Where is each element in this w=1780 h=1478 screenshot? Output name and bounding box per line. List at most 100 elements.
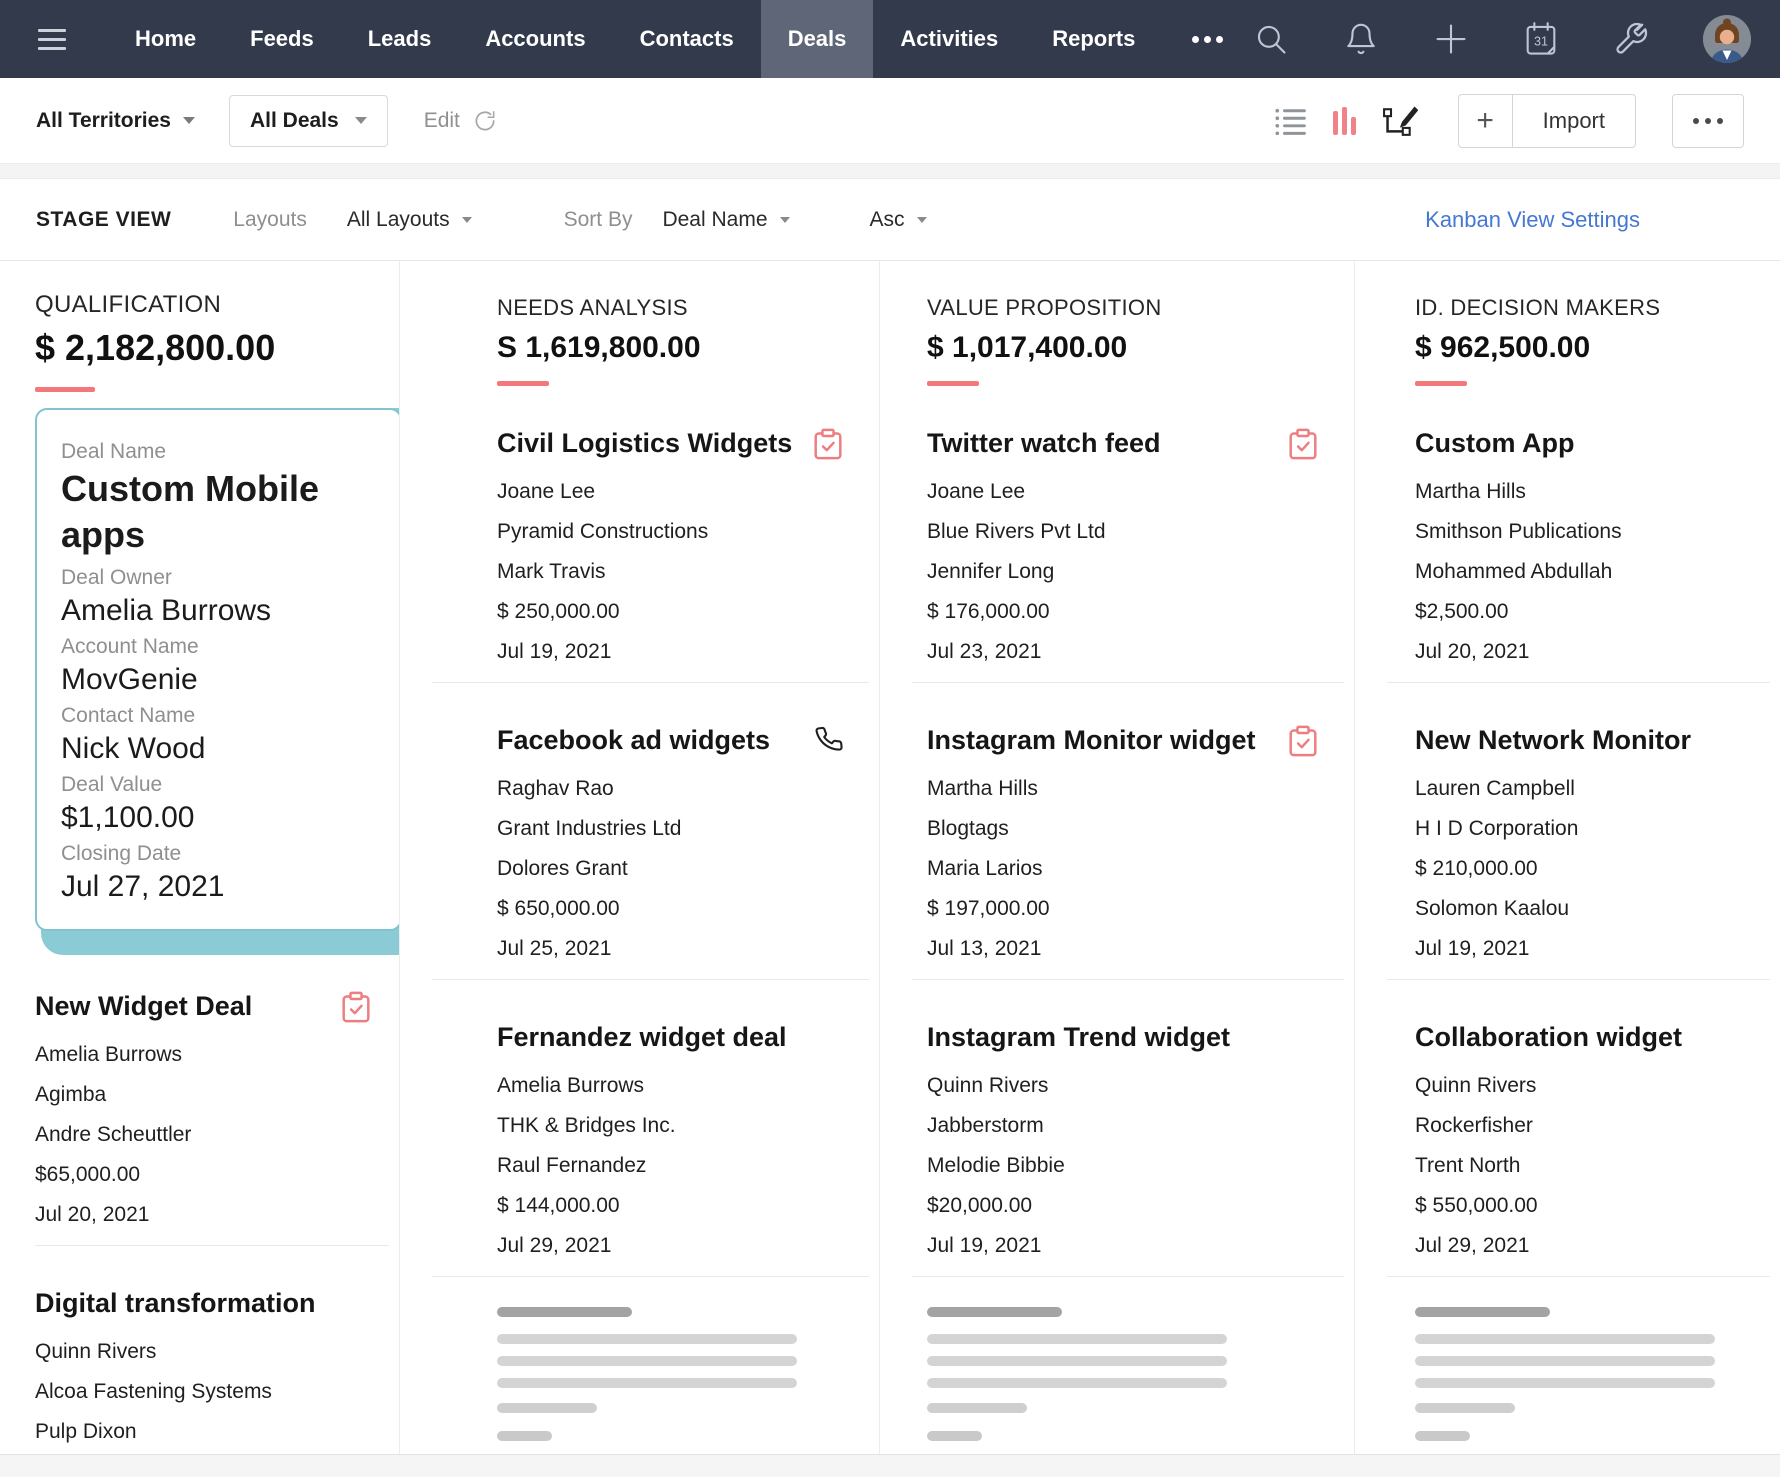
deal-field-label: Contact Name — [61, 704, 196, 727]
highlighted-deal-card[interactable]: Deal Name Custom Mobile apps Deal Owner Ame… — [35, 408, 399, 931]
deal-card-line: Jabberstorm — [927, 1113, 1044, 1137]
chevron-down-icon — [916, 216, 927, 223]
task-clipboard-icon[interactable] — [1288, 428, 1318, 460]
search-icon[interactable] — [1253, 21, 1289, 57]
chevron-down-icon — [461, 216, 472, 223]
deal-card-line: $ 650,000.00 — [497, 896, 620, 920]
deals-toolbar: All Territories All Deals Edit + Import — [0, 78, 1780, 163]
deal-card-line: Jul 19, 2021 — [497, 639, 612, 663]
calendar-icon[interactable]: 31 — [1523, 21, 1559, 57]
deal-card-line: Jul 20, 2021 — [35, 1203, 150, 1226]
nav-item-feeds[interactable]: Feeds — [223, 0, 341, 78]
deal-field-label: Closing Date — [61, 842, 182, 865]
deal-card-title: Instagram Monitor widget — [927, 724, 1256, 755]
deal-field: Deal Owner Amelia Burrows — [61, 566, 380, 630]
deal-card[interactable]: Facebook ad widgets Raghav Rao Grant Indus… — [400, 683, 879, 979]
sort-field-value: Deal Name — [662, 207, 768, 231]
skeleton-bar — [927, 1355, 1227, 1366]
skeleton-bar — [497, 1355, 797, 1366]
kanban-view-settings-link[interactable]: Kanban View Settings — [1425, 207, 1640, 233]
stage-column-qualification: QUALIFICATION $ 2,182,800.00 Deal Name Cust… — [0, 261, 400, 1454]
skeleton-bar — [927, 1306, 1062, 1317]
skeleton-bar — [1415, 1377, 1715, 1388]
deal-card-line: Joane Lee — [927, 479, 1026, 503]
deal-card[interactable]: Twitter watch feed Joane Lee Blue Rivers P… — [880, 386, 1354, 682]
skeleton-bar — [927, 1377, 1227, 1388]
layouts-dropdown[interactable]: All Layouts — [347, 208, 472, 232]
deal-card-line: Raghav Rao — [497, 776, 614, 800]
deal-card-title: Collaboration widget — [1415, 1021, 1682, 1052]
deal-card[interactable]: Fernandez widget deal Amelia Burrows THK &… — [400, 980, 879, 1276]
nav-item-home[interactable]: Home — [108, 0, 223, 78]
nav-more-icon[interactable] — [1162, 0, 1253, 78]
setup-tools-icon[interactable] — [1613, 21, 1649, 57]
task-clipboard-icon[interactable] — [341, 991, 371, 1023]
bottom-scroll-strip[interactable] — [0, 1454, 1780, 1477]
list-view-icon[interactable] — [1275, 107, 1307, 135]
deal-card[interactable]: Digital transformation Quinn Rivers Alcoa … — [0, 1246, 399, 1454]
nav-item-contacts[interactable]: Contacts — [613, 0, 761, 78]
deal-card-line: $ 144,000.00 — [497, 1193, 620, 1217]
refresh-icon[interactable] — [472, 108, 498, 134]
notifications-bell-icon[interactable] — [1343, 21, 1379, 57]
more-actions-button[interactable] — [1672, 93, 1744, 148]
skeleton-bar — [1415, 1402, 1515, 1413]
deal-card-line: Grant Industries Ltd — [497, 816, 682, 840]
territory-dropdown[interactable]: All Territories — [36, 109, 195, 133]
hamburger-menu-icon[interactable] — [0, 0, 108, 78]
skeleton-bar — [927, 1430, 982, 1441]
deal-field-label: Account Name — [61, 635, 199, 658]
deal-card-line: Martha Hills — [1415, 479, 1526, 503]
deal-card-title: Facebook ad widgets — [497, 724, 771, 755]
deal-card-line: Jul 29, 2021 — [497, 1233, 612, 1257]
top-nav: Home Feeds Leads Accounts Contacts Deals… — [0, 0, 1780, 78]
deal-card-line: Amelia Burrows — [35, 1043, 183, 1066]
kanban-view-icon[interactable] — [1332, 106, 1356, 135]
task-clipboard-icon[interactable] — [813, 428, 843, 460]
deal-card-line: Amelia Burrows — [497, 1073, 645, 1097]
edit-button[interactable]: Edit — [424, 108, 498, 134]
kanban-board: QUALIFICATION $ 2,182,800.00 Deal Name Cust… — [0, 261, 1780, 1454]
nav-item-reports[interactable]: Reports — [1025, 0, 1162, 78]
deal-card-line: $ 176,000.00 — [927, 599, 1050, 623]
sort-field-dropdown[interactable]: Deal Name — [662, 207, 790, 232]
nav-item-accounts[interactable]: Accounts — [458, 0, 612, 78]
skeleton-bar — [497, 1377, 797, 1388]
deal-card-line: Quinn Rivers — [35, 1340, 157, 1363]
nav-item-deals[interactable]: Deals — [760, 0, 874, 78]
deal-card-line: Trent North — [1415, 1153, 1521, 1177]
quick-add-plus-icon[interactable] — [1433, 21, 1469, 57]
deal-field-value: Jul 27, 2021 — [61, 870, 225, 903]
deal-card[interactable]: Instagram Monitor widget Martha Hills Blog… — [880, 683, 1354, 979]
skeleton-bar — [497, 1430, 552, 1441]
canvas-view-icon[interactable] — [1382, 103, 1418, 139]
nav-item-leads[interactable]: Leads — [341, 0, 459, 78]
nav-item-activities[interactable]: Activities — [873, 0, 1025, 78]
deal-card-line: Blue Rivers Pvt Ltd — [927, 519, 1106, 543]
user-avatar[interactable] — [1703, 15, 1752, 63]
import-button[interactable]: Import — [1513, 95, 1635, 147]
deal-card[interactable]: Civil Logistics Widgets Joane Lee Pyramid … — [400, 386, 879, 682]
deal-card[interactable]: New Widget Deal Amelia Burrows Agimba Andre… — [0, 989, 399, 1245]
deal-card-line: $14,000.00 — [35, 1452, 371, 1454]
loading-skeleton-card — [400, 1277, 879, 1441]
deal-card-line: Pulp Dixon — [35, 1420, 137, 1443]
deal-card[interactable]: Collaboration widget Quinn Rivers Rockerfi… — [1355, 980, 1780, 1276]
call-phone-icon[interactable] — [815, 725, 843, 753]
loading-skeleton-card — [880, 1277, 1354, 1441]
view-selector-button[interactable]: All Deals — [228, 94, 388, 147]
deal-card-line: Jul 20, 2021 — [1415, 639, 1530, 663]
deal-card-title: New Network Monitor — [1415, 724, 1692, 755]
deal-card-line: $2,500.00 — [1415, 599, 1509, 623]
task-clipboard-icon[interactable] — [1288, 725, 1318, 757]
deal-card[interactable]: Instagram Trend widget Quinn Rivers Jabber… — [880, 980, 1354, 1276]
deal-card-line: Blogtags — [927, 816, 1009, 840]
sort-order-dropdown[interactable]: Asc — [870, 208, 927, 232]
stage-view-bar: STAGE VIEW Layouts All Layouts Sort By D… — [0, 179, 1780, 261]
deal-card[interactable]: New Network Monitor Lauren Campbell H I D … — [1355, 683, 1780, 979]
create-deal-plus-button[interactable]: + — [1459, 94, 1513, 147]
deal-card[interactable]: Custom App Martha Hills Smithson Publicati… — [1355, 386, 1780, 682]
deal-card-title: Custom App — [1415, 427, 1575, 458]
skeleton-bar — [497, 1333, 797, 1344]
deal-card-line: Jennifer Long — [927, 559, 1055, 583]
